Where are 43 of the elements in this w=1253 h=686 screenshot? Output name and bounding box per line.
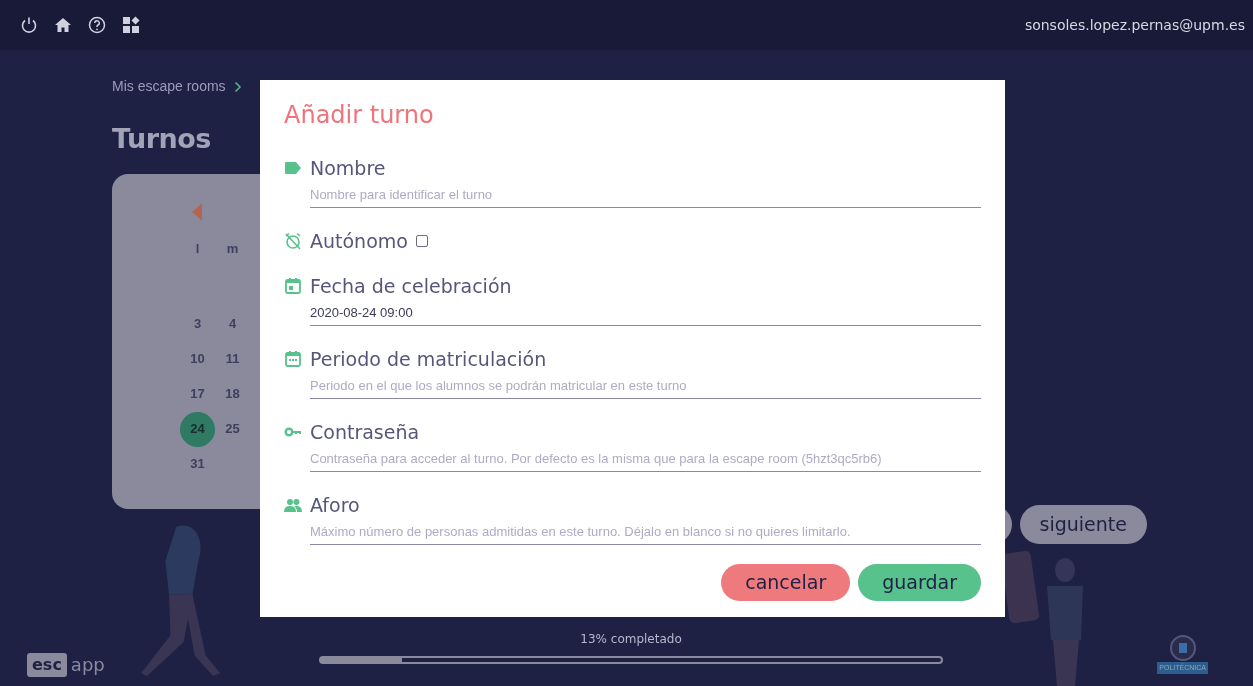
calendar-day[interactable]: 4: [215, 306, 250, 342]
calendar-icon: [284, 350, 302, 368]
calendar-day[interactable]: 17: [180, 376, 215, 412]
field-label: Nombre: [310, 155, 386, 181]
weekday-label: m: [225, 240, 240, 259]
save-button[interactable]: guardar: [858, 564, 981, 601]
input-field[interactable]: 2020-08-24 09:00: [310, 300, 981, 326]
input-field[interactable]: Periodo en el que los alumnos se podrán matricular en este turno: [310, 373, 981, 399]
next-button[interactable]: siguiente: [1019, 505, 1147, 544]
input-field[interactable]: Nombre para identificar el turno: [310, 182, 981, 208]
field-label: Fecha de celebración: [310, 273, 512, 299]
alarm-off-icon: [284, 232, 302, 250]
field-label: Contraseña: [310, 419, 420, 445]
calendar-day[interactable]: 18: [215, 376, 250, 412]
user-email[interactable]: sonsoles.lopez.pernas@upm.es: [1024, 14, 1245, 36]
calendar-day[interactable]: 3: [180, 306, 215, 342]
app-logo: esc app: [27, 651, 105, 678]
checkbox[interactable]: [415, 235, 428, 247]
help-icon[interactable]: [88, 16, 106, 34]
dashboard-icon[interactable]: [122, 16, 140, 34]
calendar-day[interactable]: 31: [180, 446, 215, 482]
calendar-icon: [284, 277, 302, 295]
cancel-button[interactable]: cancelar: [721, 564, 851, 601]
tag-icon: [284, 159, 302, 177]
breadcrumb-link[interactable]: Mis escape rooms: [112, 76, 226, 97]
input-field[interactable]: Máximo número de personas admitidas en este turno. Déjalo en blanco si no quieres limitarlo.: [310, 519, 981, 545]
calendar-day[interactable]: 11: [215, 341, 250, 377]
chevron-right-icon: [233, 80, 242, 93]
progress-label: 13% completado: [580, 631, 682, 648]
people-icon: [284, 496, 302, 514]
calendar-day[interactable]: 25: [215, 411, 250, 447]
dialog-title: Añadir turno: [284, 100, 435, 130]
field-label: Aforo: [310, 492, 360, 518]
weekday-label: l: [194, 240, 201, 259]
power-icon[interactable]: [20, 16, 38, 34]
page-title: Turnos: [112, 122, 212, 156]
field-label: Autónomo: [310, 228, 408, 254]
calendar-day[interactable]: 24: [180, 411, 215, 447]
field-label: Periodo de matriculación: [310, 346, 547, 372]
university-crest-icon: [1169, 633, 1196, 662]
input-field[interactable]: Contraseña para acceder al turno. Por defecto es la misma que para la escape room (5hzt3qc5rb6): [310, 446, 981, 472]
calendar-day[interactable]: 10: [180, 341, 215, 377]
home-icon[interactable]: [54, 16, 72, 34]
